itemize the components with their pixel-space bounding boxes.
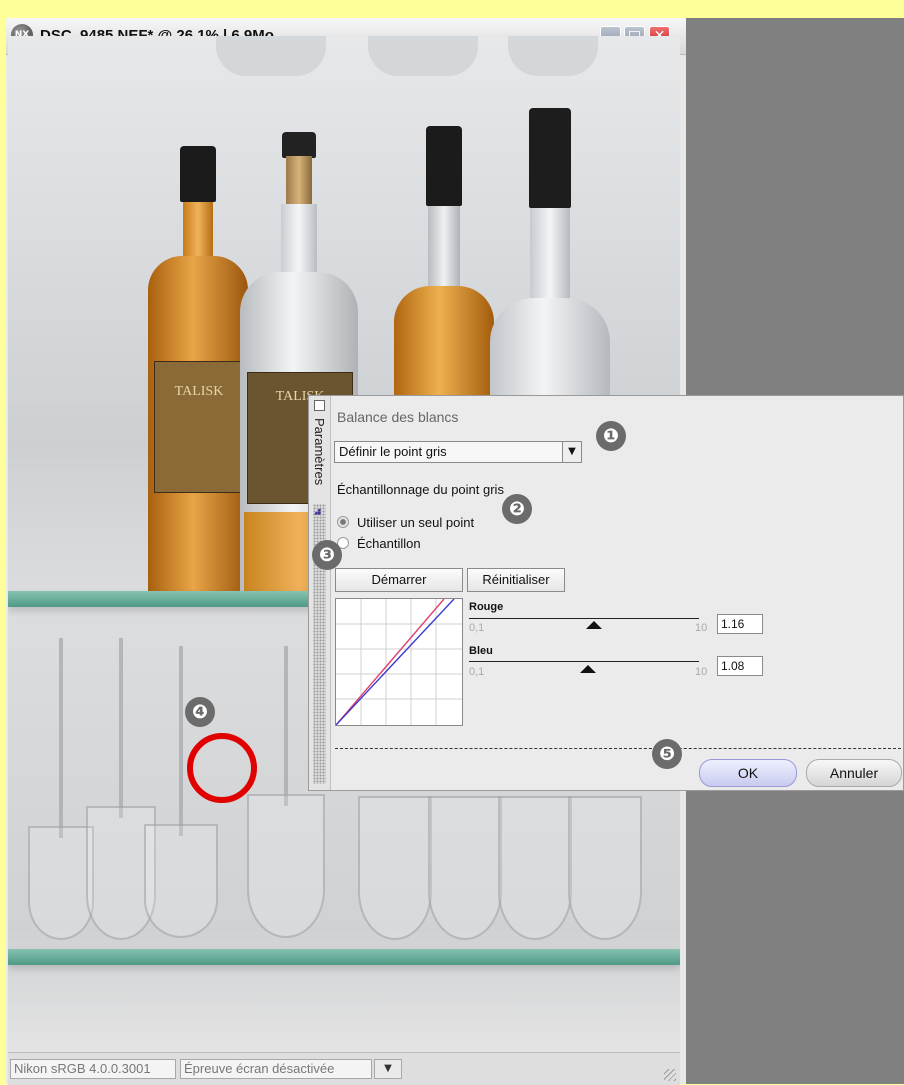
soft-proof-field[interactable]: Épreuve écran désactivée (180, 1059, 372, 1079)
status-bar: Nikon sRGB 4.0.0.3001 Épreuve écran désa… (8, 1052, 680, 1085)
cancel-button[interactable]: Annuler (806, 759, 902, 787)
wine-glass (428, 796, 502, 940)
whisky-bottle: TALISK (148, 146, 248, 601)
mode-select-value: Définir le point gris (339, 444, 447, 459)
red-slider-track[interactable] (469, 618, 699, 619)
blue-slider-track[interactable] (469, 661, 699, 662)
blue-slider-max: 10 (695, 666, 708, 678)
balance-curve-graph (335, 598, 463, 726)
mode-select[interactable]: Définir le point gris ▼ (334, 441, 582, 463)
radio-label: Utiliser un seul point (357, 515, 475, 530)
glass-top (508, 36, 598, 76)
ok-button[interactable]: OK (699, 759, 797, 787)
panel-title: Balance des blancs (337, 409, 459, 425)
annotation-marker-2: ❷ (502, 494, 532, 524)
red-slider-max: 10 (695, 622, 708, 634)
radio-button[interactable] (337, 516, 349, 528)
color-profile-field: Nikon sRGB 4.0.0.3001 (10, 1059, 176, 1079)
annotation-marker-5: ❺ (652, 739, 682, 769)
glass-top (216, 36, 326, 76)
white-balance-panel: Paramètres Balance des blancs Définir le… (308, 395, 904, 791)
wine-glass (247, 634, 325, 938)
side-tab-label[interactable]: Paramètres (311, 418, 327, 485)
blue-slider-thumb[interactable] (580, 665, 596, 673)
annotation-marker-3: ❸ (312, 540, 342, 570)
sampling-label: Échantillonnage du point gris (337, 482, 504, 497)
red-slider-min: 0,1 (469, 622, 485, 634)
blue-value-input[interactable]: 1.08 (717, 656, 763, 676)
reset-button[interactable]: Réinitialiser (467, 568, 565, 592)
glass-shelf (8, 949, 680, 965)
red-slider-label: Rouge (469, 601, 504, 613)
resize-grip[interactable] (664, 1069, 676, 1081)
blue-slider-label: Bleu (469, 645, 493, 657)
wine-glass (568, 796, 642, 940)
red-value-input[interactable]: 1.16 (717, 614, 763, 634)
annotation-marker-1: ❶ (596, 421, 626, 451)
curve-plot (335, 598, 462, 726)
red-slider-thumb[interactable] (586, 621, 602, 629)
glass-top (368, 36, 478, 76)
soft-proof-dropdown[interactable]: ▼ (374, 1059, 402, 1079)
panel-collapse-icon[interactable] (314, 400, 325, 411)
panel-side-tab[interactable]: Paramètres (309, 396, 331, 790)
wine-glass (358, 796, 432, 940)
annotation-marker-4: ❹ (185, 697, 215, 727)
red-curve (335, 598, 445, 726)
wine-glass (28, 626, 94, 940)
sample-point-ring (187, 733, 257, 803)
start-button[interactable]: Démarrer (335, 568, 463, 592)
bottle-label-text: TALISK (174, 384, 224, 399)
panel-divider (335, 748, 901, 749)
chevron-down-icon[interactable]: ▼ (562, 442, 581, 462)
wine-glass (498, 796, 572, 940)
radio-label: Échantillon (357, 536, 421, 551)
blue-slider-min: 0,1 (469, 666, 485, 678)
wine-glass (86, 626, 156, 940)
